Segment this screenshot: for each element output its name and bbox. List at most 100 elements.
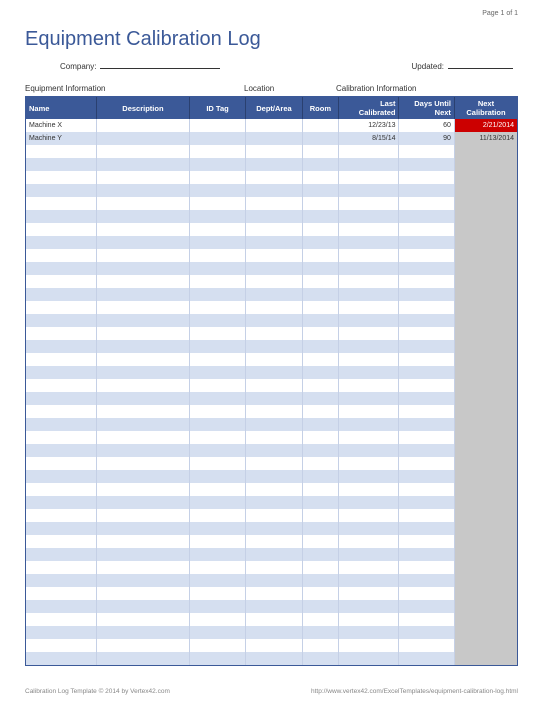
cell-dept[interactable]: [246, 145, 302, 158]
cell-last[interactable]: [339, 236, 399, 249]
cell-idtag[interactable]: [189, 340, 245, 353]
cell-description[interactable]: [97, 327, 190, 340]
cell-name[interactable]: [26, 639, 97, 652]
cell-room[interactable]: [302, 483, 338, 496]
cell-room[interactable]: [302, 418, 338, 431]
cell-idtag[interactable]: [189, 418, 245, 431]
cell-room[interactable]: [302, 327, 338, 340]
cell-days[interactable]: [399, 587, 454, 600]
cell-days[interactable]: [399, 561, 454, 574]
cell-next[interactable]: [454, 158, 517, 171]
cell-name[interactable]: [26, 548, 97, 561]
cell-days[interactable]: 60: [399, 119, 454, 132]
cell-next[interactable]: [454, 587, 517, 600]
cell-room[interactable]: [302, 132, 338, 145]
cell-name[interactable]: [26, 509, 97, 522]
cell-last[interactable]: [339, 314, 399, 327]
cell-idtag[interactable]: [189, 197, 245, 210]
cell-last[interactable]: [339, 587, 399, 600]
cell-idtag[interactable]: [189, 210, 245, 223]
cell-room[interactable]: [302, 301, 338, 314]
cell-next[interactable]: [454, 613, 517, 626]
cell-idtag[interactable]: [189, 405, 245, 418]
cell-idtag[interactable]: [189, 158, 245, 171]
cell-name[interactable]: [26, 301, 97, 314]
cell-name[interactable]: [26, 496, 97, 509]
cell-dept[interactable]: [246, 509, 302, 522]
cell-next[interactable]: [454, 496, 517, 509]
company-field[interactable]: [100, 60, 220, 69]
cell-description[interactable]: [97, 210, 190, 223]
cell-days[interactable]: [399, 652, 454, 665]
cell-last[interactable]: [339, 652, 399, 665]
cell-next[interactable]: [454, 444, 517, 457]
cell-dept[interactable]: [246, 600, 302, 613]
cell-idtag[interactable]: [189, 548, 245, 561]
cell-days[interactable]: [399, 210, 454, 223]
cell-days[interactable]: [399, 275, 454, 288]
cell-last[interactable]: [339, 392, 399, 405]
cell-description[interactable]: [97, 366, 190, 379]
cell-last[interactable]: [339, 262, 399, 275]
cell-last[interactable]: [339, 288, 399, 301]
cell-next[interactable]: [454, 340, 517, 353]
cell-next[interactable]: [454, 288, 517, 301]
cell-days[interactable]: [399, 496, 454, 509]
cell-name[interactable]: [26, 171, 97, 184]
cell-idtag[interactable]: [189, 483, 245, 496]
cell-next[interactable]: [454, 405, 517, 418]
cell-name[interactable]: [26, 561, 97, 574]
cell-last[interactable]: [339, 613, 399, 626]
cell-dept[interactable]: [246, 457, 302, 470]
cell-name[interactable]: [26, 587, 97, 600]
cell-next[interactable]: [454, 366, 517, 379]
cell-dept[interactable]: [246, 587, 302, 600]
cell-name[interactable]: Machine X: [26, 119, 97, 132]
cell-days[interactable]: [399, 327, 454, 340]
cell-dept[interactable]: [246, 444, 302, 457]
cell-idtag[interactable]: [189, 379, 245, 392]
cell-last[interactable]: [339, 431, 399, 444]
cell-last[interactable]: [339, 457, 399, 470]
cell-last[interactable]: [339, 327, 399, 340]
cell-dept[interactable]: [246, 314, 302, 327]
cell-name[interactable]: [26, 652, 97, 665]
cell-dept[interactable]: [246, 327, 302, 340]
cell-next[interactable]: [454, 314, 517, 327]
cell-next[interactable]: [454, 626, 517, 639]
cell-idtag[interactable]: [189, 249, 245, 262]
cell-dept[interactable]: [246, 639, 302, 652]
cell-idtag[interactable]: [189, 314, 245, 327]
cell-last[interactable]: [339, 366, 399, 379]
cell-description[interactable]: [97, 535, 190, 548]
cell-days[interactable]: [399, 236, 454, 249]
cell-last[interactable]: [339, 145, 399, 158]
cell-last[interactable]: [339, 275, 399, 288]
cell-name[interactable]: [26, 626, 97, 639]
cell-last[interactable]: [339, 340, 399, 353]
cell-description[interactable]: [97, 587, 190, 600]
cell-days[interactable]: 90: [399, 132, 454, 145]
cell-days[interactable]: [399, 574, 454, 587]
updated-field[interactable]: [448, 60, 513, 69]
cell-room[interactable]: [302, 366, 338, 379]
cell-dept[interactable]: [246, 522, 302, 535]
cell-description[interactable]: [97, 262, 190, 275]
cell-name[interactable]: [26, 574, 97, 587]
cell-last[interactable]: [339, 470, 399, 483]
cell-next[interactable]: [454, 574, 517, 587]
cell-dept[interactable]: [246, 158, 302, 171]
cell-description[interactable]: [97, 340, 190, 353]
cell-days[interactable]: [399, 249, 454, 262]
cell-last[interactable]: [339, 223, 399, 236]
cell-name[interactable]: [26, 457, 97, 470]
cell-last[interactable]: [339, 301, 399, 314]
cell-name[interactable]: [26, 444, 97, 457]
cell-room[interactable]: [302, 340, 338, 353]
cell-last[interactable]: [339, 574, 399, 587]
cell-days[interactable]: [399, 158, 454, 171]
cell-last[interactable]: [339, 600, 399, 613]
cell-dept[interactable]: [246, 119, 302, 132]
cell-idtag[interactable]: [189, 275, 245, 288]
cell-description[interactable]: [97, 119, 190, 132]
